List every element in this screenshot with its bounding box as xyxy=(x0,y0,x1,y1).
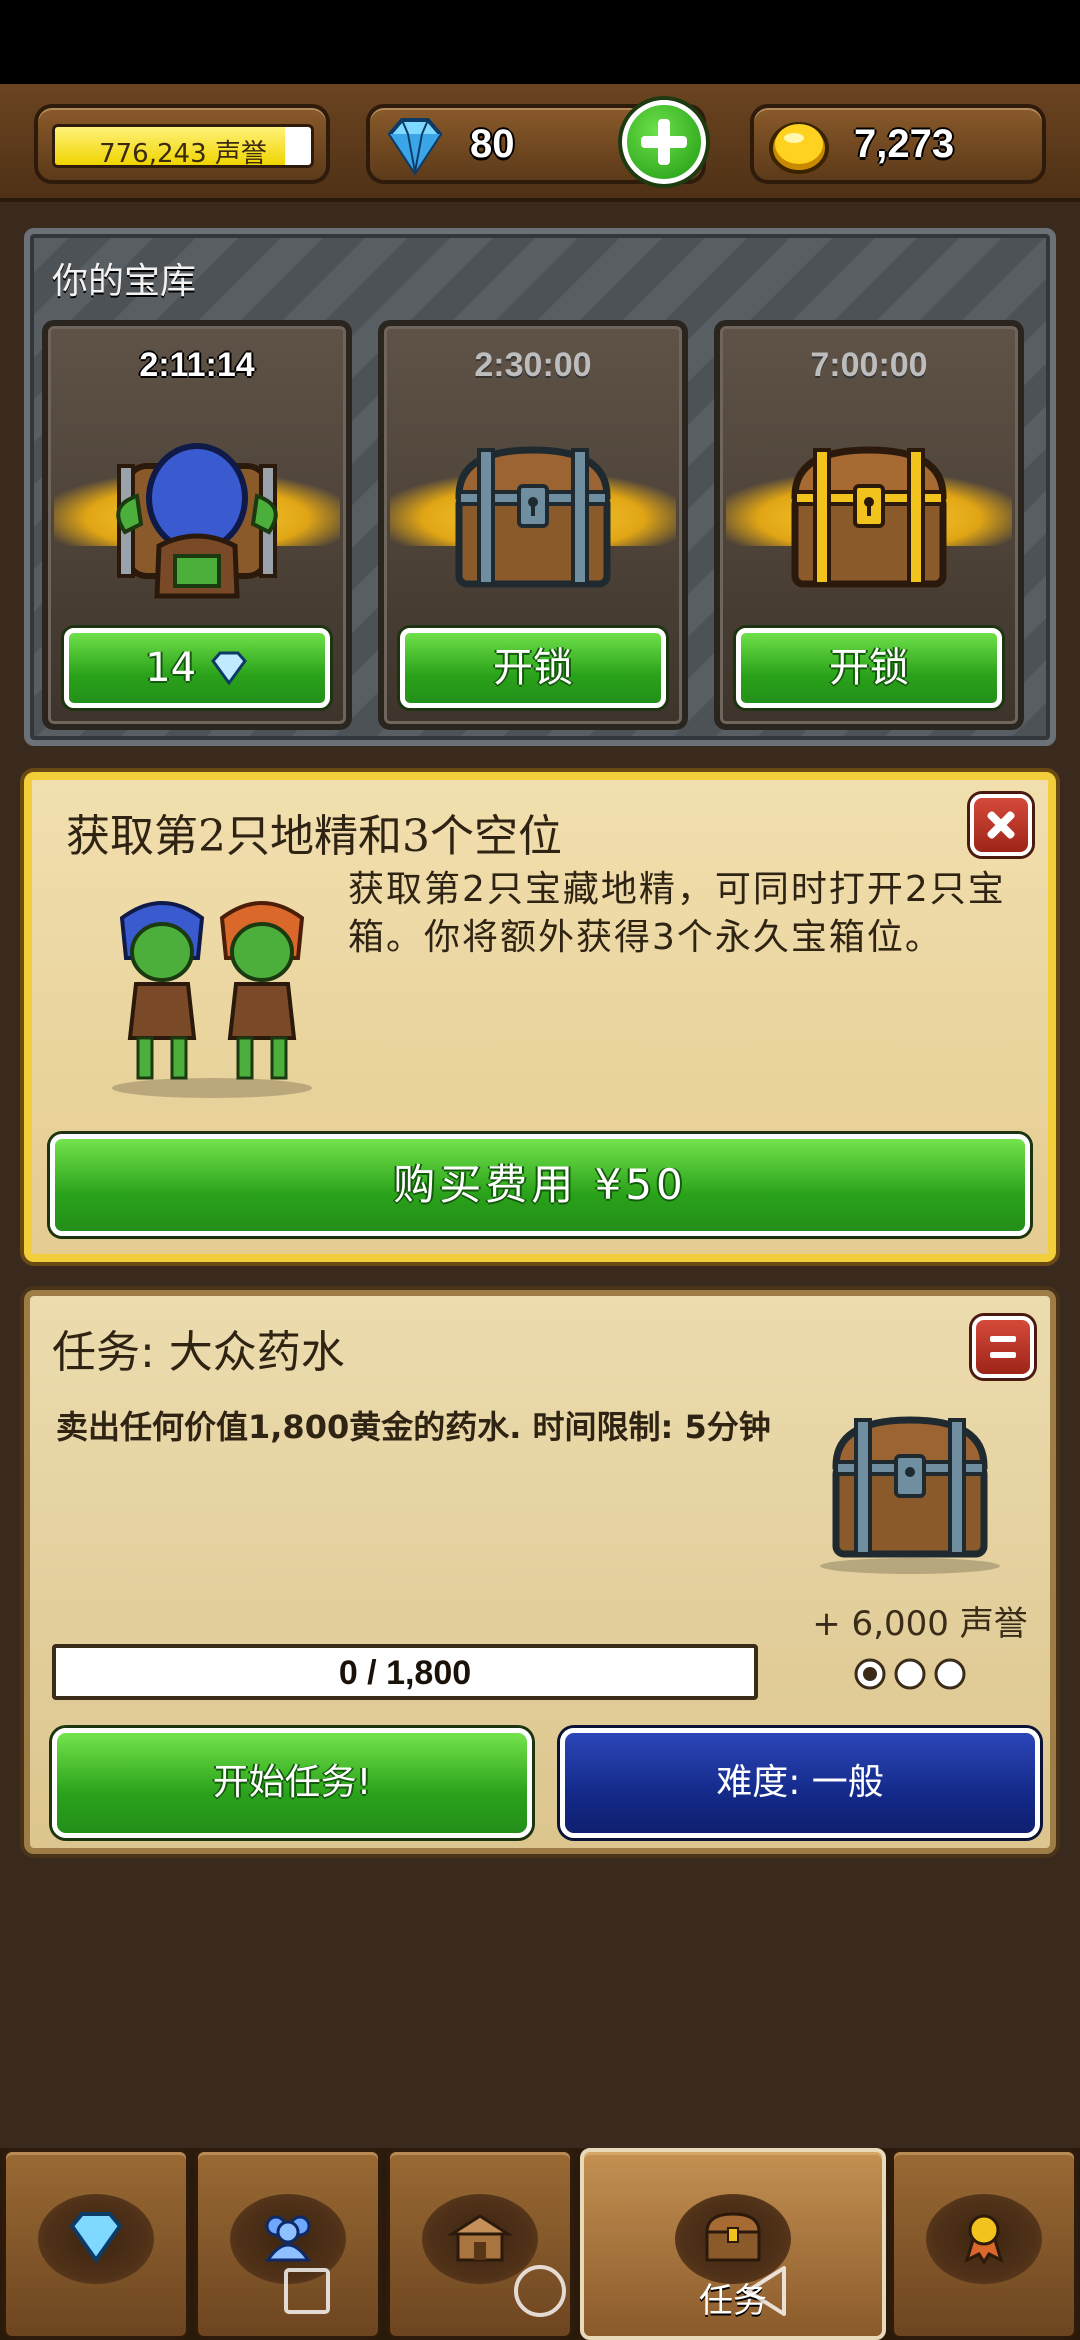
tab-label: 任务 xyxy=(699,2281,767,2321)
tab-gems[interactable] xyxy=(2,2148,190,2340)
tab-customers[interactable] xyxy=(194,2148,382,2340)
goblin-offer-panel: 获取第2只地精和3个空位 获取第2只宝藏地精，可同时打开2只宝箱。你将额外获得3… xyxy=(24,772,1056,1262)
gold-counter: 7,273 xyxy=(750,104,1046,184)
gem-cost: 14 xyxy=(145,645,197,691)
tab-quests[interactable]: 任务 xyxy=(580,2148,886,2340)
difficulty-dots-icon xyxy=(854,1658,966,1690)
gold-coin-icon xyxy=(769,122,829,174)
reputation-bar: 776,243 声誉 xyxy=(52,124,314,168)
offer-description: 获取第2只宝藏地精，可同时打开2只宝箱。你将额外获得3个永久宝箱位。 xyxy=(348,869,1006,958)
gem-count: 80 xyxy=(470,122,515,166)
diamond-icon xyxy=(69,2212,123,2264)
shop-icon xyxy=(448,2214,512,2262)
status-bar xyxy=(0,0,1080,84)
vault-panel: 你的宝库 2:11:14 14 2:30:00 开锁 7:00:00 开锁 xyxy=(24,228,1056,746)
buy-button[interactable]: 购买费用 ¥50 xyxy=(50,1134,1030,1236)
reputation-meter: 776,243 声誉 xyxy=(34,104,330,184)
chest-slot-1[interactable]: 2:11:14 14 xyxy=(42,320,352,730)
quest-description: 卖出任何价值1,800黄金的药水. 时间限制: 5分钟 xyxy=(56,1408,771,1446)
start-quest-button[interactable]: 开始任务! xyxy=(52,1728,532,1838)
swap-quest-button[interactable] xyxy=(972,1316,1034,1378)
difficulty-button[interactable]: 难度: 一般 xyxy=(560,1728,1040,1838)
people-icon xyxy=(265,2215,311,2262)
bottom-tab-bar: 任务 xyxy=(0,2148,1080,2340)
gold-count: 7,273 xyxy=(854,122,955,166)
tab-achievements[interactable] xyxy=(890,2148,1078,2340)
quest-title: 任务: 大众药水 xyxy=(52,1327,345,1378)
vault-title: 你的宝库 xyxy=(52,261,197,302)
unlock-button[interactable]: 开锁 xyxy=(400,628,666,708)
quest-panel: 任务: 大众药水 卖出任何价值1,800黄金的药水. 时间限制: 5分钟 + 6… xyxy=(24,1290,1056,1854)
quest-progress-bar: 0 / 1,800 xyxy=(52,1644,758,1700)
chest-slot-3[interactable]: 7:00:00 开锁 xyxy=(714,320,1024,730)
chest-slot-2[interactable]: 2:30:00 开锁 xyxy=(378,320,688,730)
unlock-button[interactable]: 开锁 xyxy=(736,628,1002,708)
wooden-chest-icon xyxy=(455,446,611,588)
quest-progress-text: 0 / 1,800 xyxy=(338,1654,472,1692)
add-gems-button[interactable] xyxy=(622,100,706,184)
chest-icon xyxy=(705,2212,761,2262)
currency-bar: 776,243 声誉 80 7,273 xyxy=(0,84,1080,202)
chest-timer: 7:00:00 xyxy=(810,346,928,384)
offer-title: 获取第2只地精和3个空位 xyxy=(66,811,562,862)
diamond-icon xyxy=(210,651,247,686)
goblins-icon xyxy=(112,901,312,1098)
medal-icon xyxy=(964,2214,1004,2264)
quest-reward: + 6,000 声誉 xyxy=(812,1604,1028,1644)
gem-unlock-button[interactable]: 14 xyxy=(64,628,330,708)
close-offer-button[interactable] xyxy=(970,794,1032,856)
diamond-icon xyxy=(387,118,443,176)
gold-chest-icon xyxy=(791,446,947,588)
goblin-opening-chest-icon xyxy=(116,443,278,599)
difficulty-dot xyxy=(894,1658,926,1690)
gem-counter: 80 xyxy=(366,100,706,184)
chest-timer: 2:11:14 xyxy=(139,346,255,384)
difficulty-dot-filled xyxy=(863,1667,877,1681)
reward-chest-icon xyxy=(820,1416,1000,1574)
chest-timer: 2:30:00 xyxy=(474,346,592,384)
difficulty-dot xyxy=(934,1658,966,1690)
reputation-text: 776,243 声誉 xyxy=(99,139,267,168)
tab-shop[interactable] xyxy=(386,2148,574,2340)
